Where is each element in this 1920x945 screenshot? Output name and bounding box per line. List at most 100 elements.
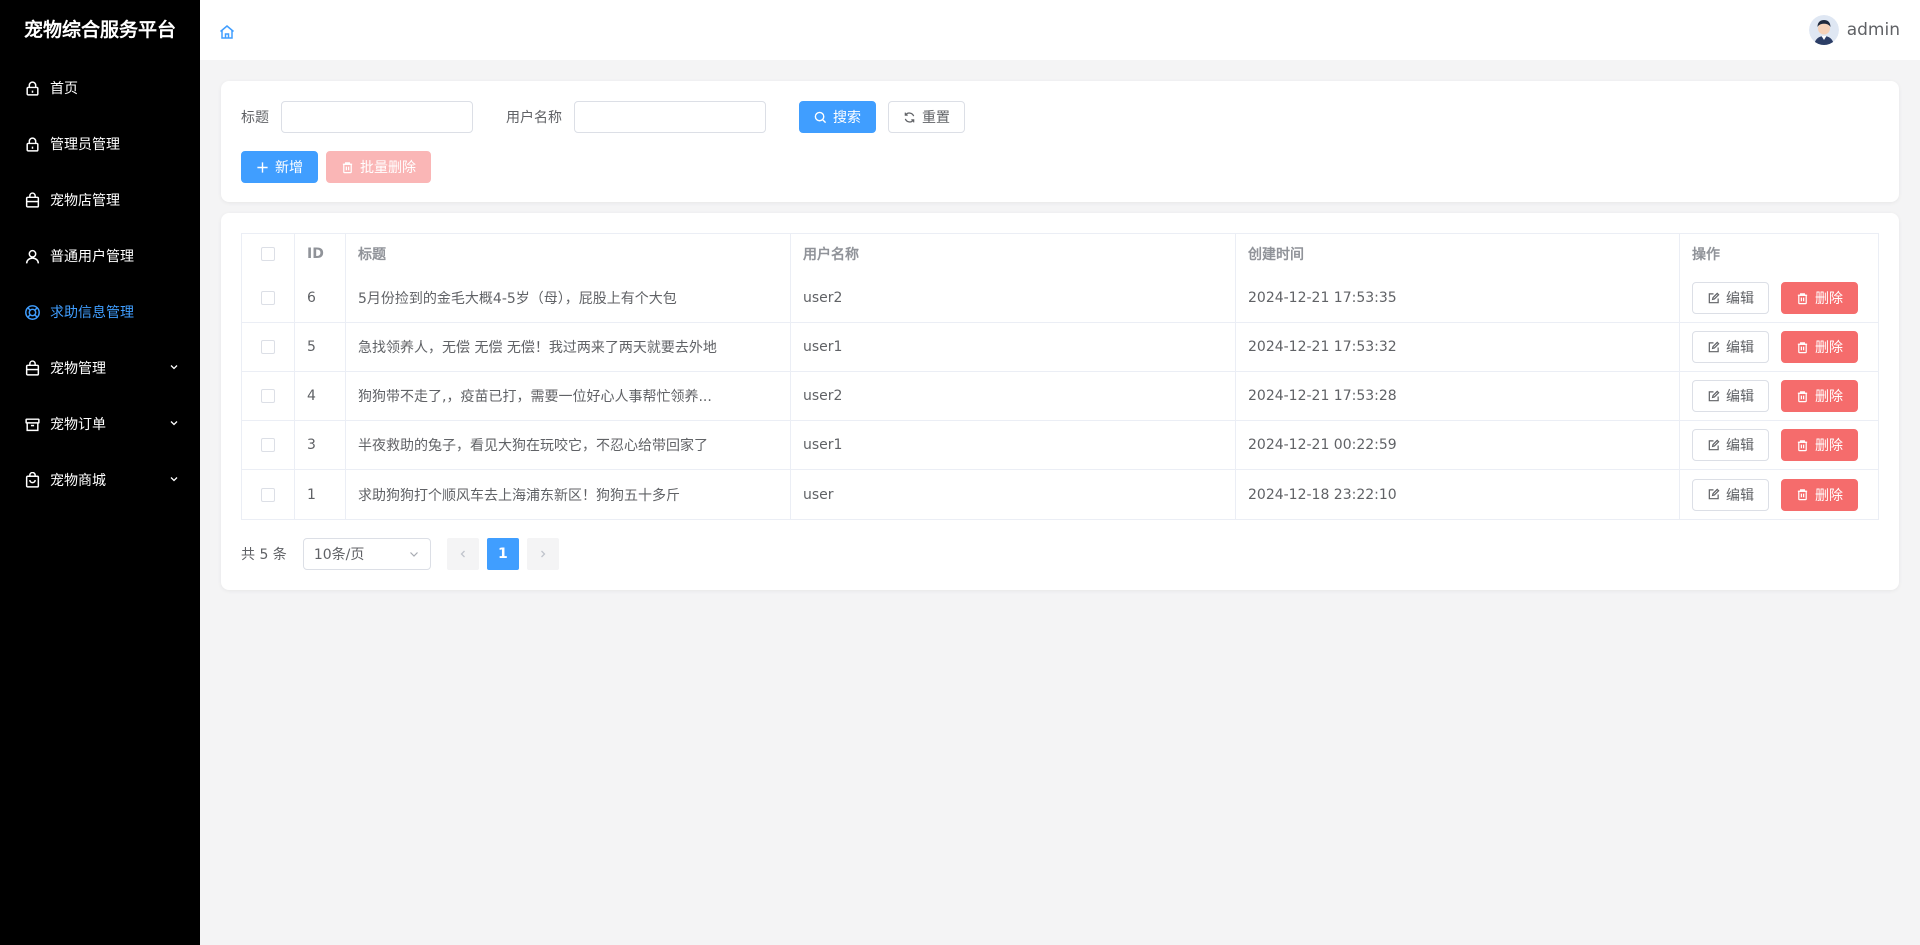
chevron-down-icon bbox=[409, 552, 418, 557]
reset-button[interactable]: 重置 bbox=[888, 101, 965, 133]
box-icon bbox=[24, 416, 41, 433]
delete-button[interactable]: 删除 bbox=[1781, 331, 1858, 363]
table-row: 1 求助狗狗打个顺风车去上海浦东新区！狗狗五十多斤 user 2024-12-1… bbox=[242, 470, 1878, 519]
top-header: admin bbox=[200, 0, 1920, 60]
sidebar-item-pets[interactable]: 宠物管理 bbox=[0, 340, 200, 396]
delete-button[interactable]: 删除 bbox=[1781, 380, 1858, 412]
sidebar-item-pet-mall[interactable]: 宠物商城 bbox=[0, 452, 200, 508]
table-header: ID 标题 用户名称 创建时间 操作 bbox=[242, 234, 1878, 274]
row-checkbox[interactable] bbox=[261, 340, 275, 354]
row-checkbox[interactable] bbox=[261, 438, 275, 452]
page-number-button[interactable]: 1 bbox=[486, 538, 519, 570]
chevron-right-icon bbox=[540, 550, 546, 558]
column-header-username: 用户名称 bbox=[791, 234, 1236, 274]
edit-button-label: 编辑 bbox=[1726, 389, 1754, 405]
sidebar-item-pet-store[interactable]: 宠物店管理 bbox=[0, 172, 200, 228]
sidebar-item-home[interactable]: 首页 bbox=[0, 60, 200, 116]
sidebar-item-users[interactable]: 普通用户管理 bbox=[0, 228, 200, 284]
plus-icon bbox=[257, 161, 268, 173]
lock-icon bbox=[24, 136, 41, 153]
delete-button[interactable]: 删除 bbox=[1781, 282, 1858, 314]
trash-icon bbox=[1797, 390, 1808, 402]
home-icon[interactable] bbox=[218, 23, 236, 41]
sidebar-item-label: 宠物商城 bbox=[50, 473, 106, 489]
refresh-icon bbox=[904, 111, 915, 123]
shop-icon bbox=[24, 471, 41, 489]
user-menu[interactable]: admin bbox=[1808, 14, 1900, 46]
edit-button[interactable]: 编辑 bbox=[1692, 478, 1769, 511]
trash-icon bbox=[1797, 439, 1808, 451]
trash-icon bbox=[1797, 489, 1808, 501]
delete-button-label: 删除 bbox=[1815, 340, 1843, 356]
page-size-select[interactable]: 10条/页 bbox=[302, 538, 431, 570]
edit-icon bbox=[1708, 341, 1720, 352]
select-all-checkbox[interactable] bbox=[261, 247, 275, 261]
row-select-cell bbox=[242, 470, 295, 519]
edit-button-label: 编辑 bbox=[1726, 438, 1754, 454]
cell-created-time: 2024-12-21 17:53:35 bbox=[1236, 274, 1680, 322]
bag-icon bbox=[24, 359, 41, 377]
edit-button[interactable]: 编辑 bbox=[1692, 282, 1769, 314]
table-panel: ID 标题 用户名称 创建时间 操作 6 5月份捡到的金毛大概4-5岁（母），屁… bbox=[221, 213, 1899, 590]
action-row: 新增 批量删除 bbox=[241, 151, 439, 183]
cell-id: 1 bbox=[295, 470, 346, 519]
bag-icon bbox=[24, 191, 41, 209]
cell-id: 6 bbox=[295, 274, 346, 322]
cell-title: 5月份捡到的金毛大概4-5岁（母），屁股上有个大包 bbox=[346, 274, 791, 322]
username-input[interactable] bbox=[574, 101, 766, 133]
edit-icon bbox=[1708, 390, 1720, 401]
cell-actions: 编辑 删除 bbox=[1680, 421, 1878, 469]
sidebar-item-help-info[interactable]: 求助信息管理 bbox=[0, 284, 200, 340]
edit-button[interactable]: 编辑 bbox=[1692, 429, 1769, 461]
delete-button[interactable]: 删除 bbox=[1781, 429, 1858, 461]
edit-icon bbox=[1708, 488, 1720, 500]
next-page-button[interactable] bbox=[526, 538, 559, 570]
chevron-down-icon bbox=[168, 361, 180, 373]
cell-actions: 编辑 删除 bbox=[1680, 274, 1878, 322]
column-header-title: 标题 bbox=[346, 234, 791, 274]
add-button[interactable]: 新增 bbox=[241, 151, 318, 183]
edit-button-label: 编辑 bbox=[1726, 487, 1754, 504]
cell-username: user bbox=[791, 470, 1236, 519]
sidebar-item-label: 宠物订单 bbox=[50, 417, 106, 433]
search-button-label: 搜索 bbox=[833, 110, 861, 126]
edit-button-label: 编辑 bbox=[1726, 291, 1754, 307]
sidebar-item-admin[interactable]: 管理员管理 bbox=[0, 116, 200, 172]
pagination-total: 共 5 条 bbox=[241, 547, 287, 563]
table-row: 3 半夜救助的兔子，看见大狗在玩咬它，不忍心给带回家了 user1 2024-1… bbox=[242, 421, 1878, 470]
sidebar-item-label: 宠物管理 bbox=[50, 361, 106, 377]
sidebar-item-label: 求助信息管理 bbox=[50, 305, 134, 321]
cell-id: 4 bbox=[295, 372, 346, 420]
add-button-label: 新增 bbox=[275, 160, 303, 176]
cell-created-time: 2024-12-21 17:53:28 bbox=[1236, 372, 1680, 420]
sidebar-item-label: 普通用户管理 bbox=[50, 249, 134, 265]
page-size-value: 10条/页 bbox=[313, 547, 365, 563]
row-select-cell bbox=[242, 323, 295, 371]
row-checkbox[interactable] bbox=[261, 487, 275, 502]
row-checkbox[interactable] bbox=[261, 389, 275, 403]
prev-page-button[interactable] bbox=[446, 538, 479, 570]
cell-actions: 编辑 删除 bbox=[1680, 323, 1878, 371]
column-header-actions: 操作 bbox=[1692, 247, 1720, 263]
batch-delete-button-label: 批量删除 bbox=[360, 160, 416, 176]
sidebar-item-label: 首页 bbox=[50, 81, 78, 97]
delete-button-label: 删除 bbox=[1815, 291, 1843, 307]
search-button[interactable]: 搜索 bbox=[799, 101, 876, 133]
row-checkbox[interactable] bbox=[261, 291, 275, 305]
delete-button[interactable]: 删除 bbox=[1781, 478, 1858, 511]
reset-button-label: 重置 bbox=[922, 110, 950, 126]
edit-button[interactable]: 编辑 bbox=[1692, 380, 1769, 412]
cell-title: 半夜救助的兔子，看见大狗在玩咬它，不忍心给带回家了 bbox=[346, 421, 791, 469]
avatar bbox=[1808, 15, 1839, 45]
sidebar-item-pet-orders[interactable]: 宠物订单 bbox=[0, 396, 200, 452]
batch-delete-button[interactable]: 批量删除 bbox=[326, 151, 431, 183]
select-all-cell bbox=[242, 234, 295, 274]
column-header-id: ID bbox=[295, 234, 346, 274]
title-input[interactable] bbox=[281, 101, 473, 133]
edit-button[interactable]: 编辑 bbox=[1692, 331, 1769, 363]
table-row: 4 狗狗带不走了,，疫苗已打，需要一位好心人事帮忙领养... user2 202… bbox=[242, 372, 1878, 421]
cell-created-time: 2024-12-18 23:22:10 bbox=[1236, 470, 1680, 519]
cell-created-time: 2024-12-21 17:53:32 bbox=[1236, 323, 1680, 371]
cell-actions: 编辑 删除 bbox=[1680, 470, 1878, 519]
trash-icon bbox=[342, 161, 353, 173]
